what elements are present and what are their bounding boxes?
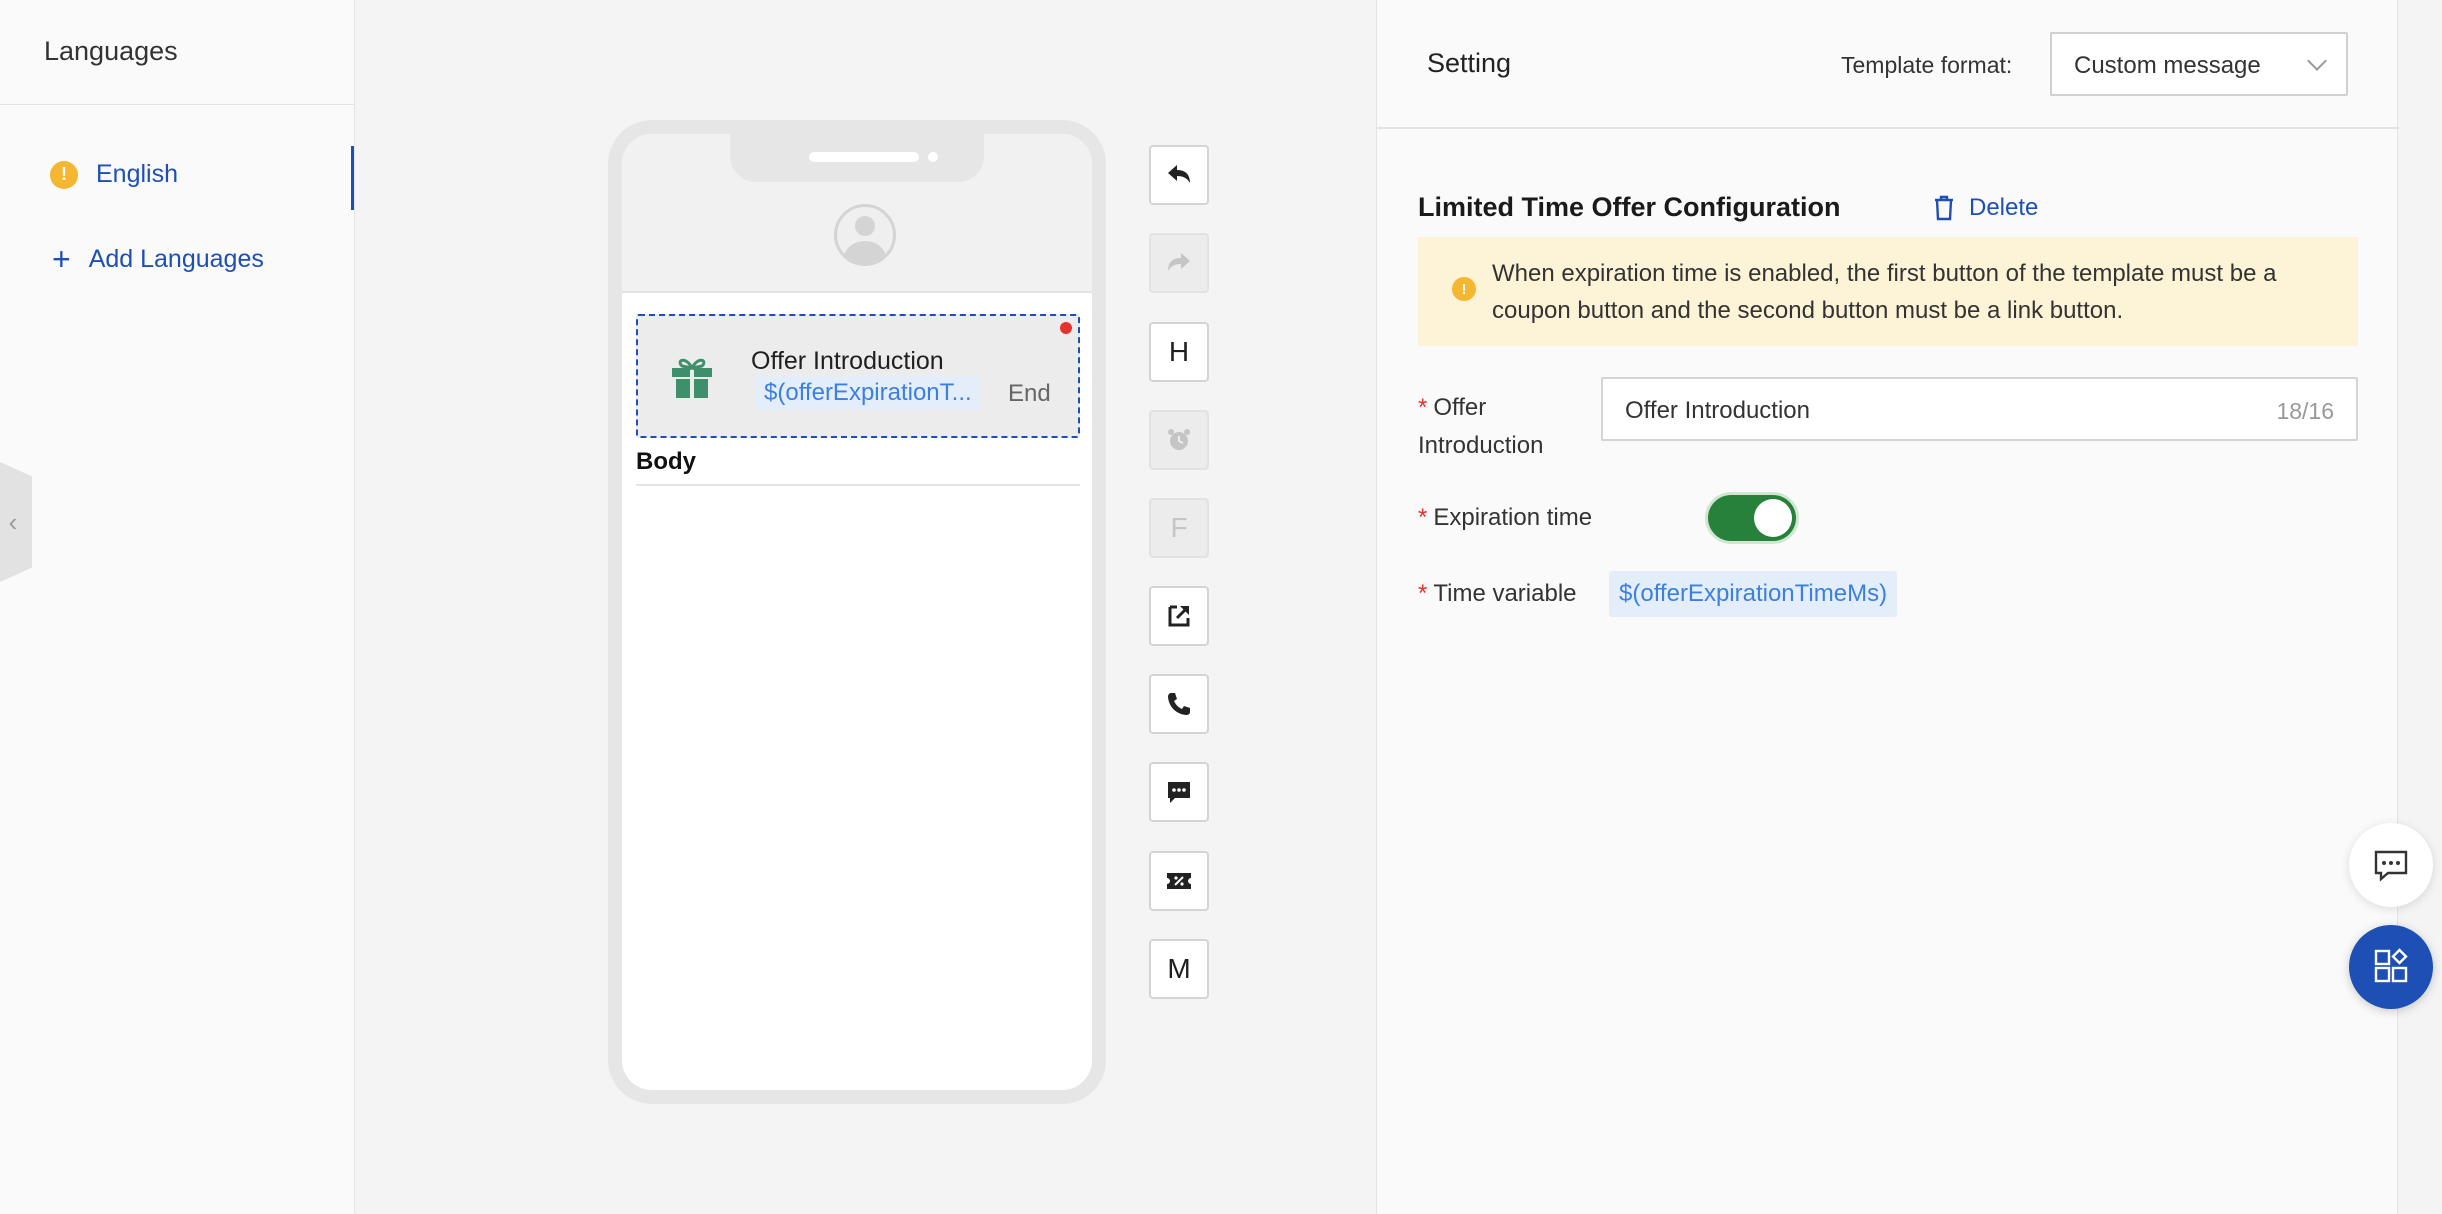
chat-bubble-icon [1168,782,1190,803]
coupon-icon [1167,873,1191,889]
gift-icon [672,358,712,398]
message-icon [2374,850,2408,882]
offer-variable-tag: $(offerExpirationT... [756,376,980,410]
offer-introduction-label: * Offer Introduction [1418,394,1544,459]
redo-icon [1168,253,1190,271]
notice-text: When expiration time is enabled, the fir… [1492,260,2277,324]
media-icon: M [1167,953,1191,984]
add-languages-button[interactable]: + Add Languages [52,243,264,275]
active-indicator [351,146,354,210]
template-format-label: Template format: [1841,52,2013,78]
media-button[interactable]: M [1149,939,1209,999]
speaker-bar [809,152,919,162]
expiration-time-label: * Expiration time [1418,504,1593,531]
divider [1377,127,2399,129]
offer-title: Offer Introduction [751,347,944,375]
settings-panel: Setting Template format: Custom message … [1376,0,2399,1214]
offer-preview-block[interactable]: Offer Introduction $(offerExpirationT...… [636,314,1080,438]
coupon-button[interactable] [1149,851,1209,911]
config-title: Limited Time Offer Configuration [1418,192,1841,222]
collapse-panel-button[interactable]: ‹ [0,462,32,582]
feedback-button[interactable] [2349,823,2433,907]
expiration-time-toggle[interactable] [1708,495,1796,541]
required-mark: * [1418,394,1428,421]
divider [0,104,355,105]
settings-title: Setting [1427,48,1512,78]
footer-button[interactable]: F [1149,498,1209,558]
plus-icon: + [52,241,71,277]
warning-icon: ! [50,160,78,189]
time-variable-tag[interactable]: $(offerExpirationTimeMs) [1609,571,1898,617]
offer-introduction-input[interactable]: Offer Introduction 18/16 [1601,377,2358,441]
undo-icon [1168,165,1190,183]
required-mark: * [1418,580,1428,607]
header-icon: H [1168,336,1190,367]
alarm-button[interactable] [1149,410,1209,470]
redo-button[interactable] [1149,233,1209,293]
error-dot [1060,322,1072,334]
camera-dot [928,152,938,162]
template-format-select[interactable]: Custom message [2050,32,2348,96]
trash-icon [1935,195,1953,221]
delete-label: Delete [1969,194,2039,221]
warning-icon: ! [1452,277,1476,301]
delete-button[interactable]: Delete [1933,194,2038,222]
expiration-notice: ! When expiration time is enabled, the f… [1418,237,2358,346]
toggle-knob [1754,499,1792,537]
add-languages-label: Add Languages [88,244,264,273]
character-count: 18/16 [2276,398,2334,424]
avatar [834,204,896,266]
phone-icon [1168,693,1190,715]
header-button[interactable]: H [1149,322,1209,382]
languages-panel: Languages ! English + Add Languages [0,0,355,1214]
footer-icon: F [1170,512,1188,543]
body-divider [636,484,1080,486]
offer-introduction-value: Offer Introduction [1625,397,1810,424]
chevron-down-icon [2307,51,2327,71]
offer-end-label: End [1008,380,1051,407]
alarm-clock-icon [1168,429,1190,450]
languages-title: Languages [44,36,178,66]
undo-button[interactable] [1149,145,1209,205]
template-format-value: Custom message [2074,52,2261,79]
external-link-icon [1168,605,1190,627]
chevron-left-icon: ‹ [8,506,18,537]
link-button[interactable] [1149,586,1209,646]
phone-notch [730,134,984,182]
apps-icon [2374,948,2408,983]
phone-preview: Offer Introduction $(offerExpirationT...… [608,120,1106,1104]
language-item-english[interactable]: ! English [50,160,178,189]
time-variable-label: * Time variable [1418,580,1577,607]
phone-header [622,134,1092,293]
language-label: English [96,160,178,188]
phone-button[interactable] [1149,674,1209,734]
required-mark: * [1418,504,1428,531]
quick-reply-button[interactable] [1149,762,1209,822]
apps-button[interactable] [2349,925,2433,1009]
body-label[interactable]: Body [636,448,696,476]
